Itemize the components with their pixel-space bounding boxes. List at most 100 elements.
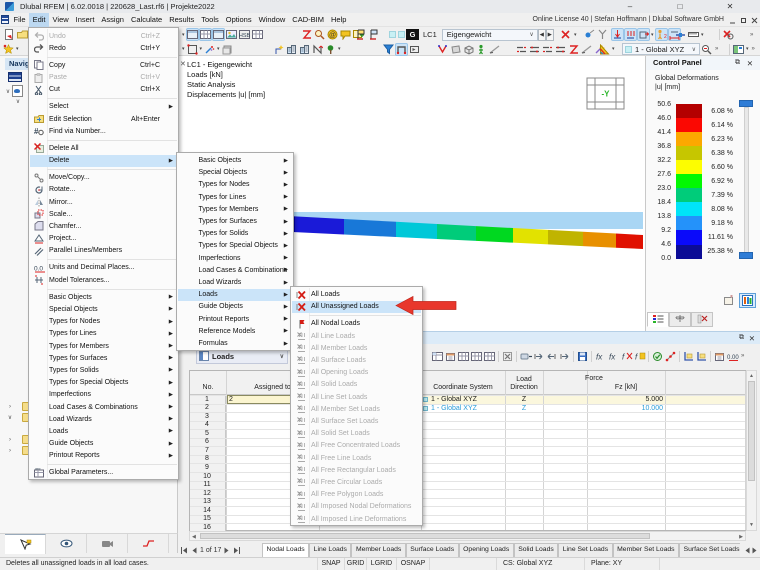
mdi-restore-icon[interactable] [740,17,747,24]
menubar-item-edit[interactable]: Edit [29,12,50,27]
menu-item-special-objects[interactable]: Special Objects ▶ [30,303,177,315]
menu-item-all-free-concentrated-loads[interactable]: All Free Concentrated Loads [292,440,421,452]
column-header-coordinate-system[interactable]: Coordinate System [421,384,505,392]
menu-item-formulas[interactable]: Formulas ▶ [178,338,293,350]
menu-item-mirror[interactable]: Mirror... [30,196,177,208]
section-icon[interactable] [301,29,312,40]
table-tab-surface-set-loads[interactable]: Surface Set Loads [679,543,740,557]
menu-item-all-free-rectangular-loads[interactable]: All Free Rectangular Loads [292,464,421,476]
menu-item-all-free-line-loads[interactable]: All Free Line Loads [292,452,421,464]
row-number[interactable]: 2 [190,404,224,411]
row-number[interactable]: 9 [190,464,224,471]
menu-item-scale[interactable]: Scale... [30,208,177,220]
interpolate-icon[interactable] [665,351,676,362]
window-layout-icon[interactable] [185,28,199,41]
show-loads-icon[interactable] [611,28,624,41]
menu-item-load-cases-combinations[interactable]: Load Cases & Combinations ▶ [178,264,293,276]
surface-result-icon[interactable] [450,44,461,55]
menu-item-imperfections[interactable]: Imperfections ▶ [30,389,177,401]
menu-item-loads[interactable]: Loads ▶ [177,288,292,301]
menu-item-basic-objects[interactable]: Basic Objects ▶ [30,291,177,303]
column-header-fz[interactable]: Fz [kN] [587,384,665,392]
column-header-no[interactable]: No. [190,384,226,392]
menu-item-printout-reports[interactable]: Printout Reports ▶ [30,450,177,462]
tab-scroll-right-icon[interactable] [752,547,758,554]
table-delete-icon[interactable] [502,351,513,362]
prev-page-icon[interactable] [191,547,197,554]
cell-coordinate-system[interactable]: 1 - Global XYZ [431,396,477,405]
table-vertical-scrollbar[interactable]: ▲ ▼ [746,370,757,531]
table-panel-close-icon[interactable]: ✕ [749,334,755,343]
menu-item-delete-all[interactable]: Delete All [30,142,177,154]
dropdown-arrow-icon[interactable]: ▾ [574,32,577,38]
menu-item-guide-objects[interactable]: Guide Objects ▶ [178,301,293,313]
menu-item-rotate[interactable]: Rotate... [30,184,177,196]
menu-item-all-nodal-loads[interactable]: All Nodal Loads [292,318,421,330]
new-load-icon[interactable] [273,44,284,55]
column-header-load-direction[interactable]: Load Direction [505,376,543,392]
next-load-case-button[interactable]: ▶ [545,28,554,41]
table-layout-icon[interactable] [198,28,212,41]
tree-expander-icon[interactable]: ∨ [6,414,14,421]
dropdown-arrow-icon[interactable]: ▾ [338,46,341,52]
hsb-view-icon[interactable]: HSB [238,29,250,40]
table-prev-icon[interactable] [546,351,557,362]
show-deformation-icon[interactable]: 2 [654,28,668,41]
menu-item-load-wizards[interactable]: Load Wizards ▶ [178,277,293,289]
table-tab-surface-loads[interactable]: Surface Loads [405,543,459,557]
smooth-icon[interactable] [581,44,592,55]
menu-item-printout-reports[interactable]: Printout Reports ▶ [178,313,293,325]
row-number[interactable]: 14 [190,507,224,514]
menu-item-all-member-loads[interactable]: All Member Loads [292,342,421,354]
table-tool-icon-2[interactable] [458,351,469,362]
tree-expander-icon[interactable]: › [6,404,14,410]
z-section-icon[interactable] [568,44,579,55]
menubar-item-options[interactable]: Options [222,13,255,27]
export-table-icon[interactable] [696,351,707,362]
menu-item-all-member-set-loads[interactable]: All Member Set Loads [292,403,421,415]
table-save-icon[interactable] [577,351,588,362]
solid-result-icon[interactable] [463,44,474,55]
menu-item-all-surface-set-loads[interactable]: All Surface Set Loads [292,415,421,427]
close-button[interactable]: ✕ [705,0,755,13]
row-number[interactable]: 1 [190,396,224,403]
line-release-icon[interactable] [312,44,323,55]
decimal-places-icon[interactable]: 0.00 [727,351,739,362]
row-number[interactable]: 16 [190,524,224,531]
table-import-icon[interactable] [533,351,544,362]
menubar-item-tools[interactable]: Tools [198,13,223,27]
clipping-box-icon[interactable] [395,42,408,56]
menubar-item-calculate[interactable]: Calculate [127,13,165,27]
status-toggle-osnap[interactable]: OSNAP [397,557,430,570]
menubar-item-help[interactable]: Help [327,13,349,27]
table-tab-nodal-loads[interactable]: Nodal Loads [262,543,310,557]
menubar-item-insert[interactable]: Insert [72,13,98,27]
mdi-close-icon[interactable] [751,17,758,24]
menu-item-all-solid-set-loads[interactable]: All Solid Set Loads [292,428,421,440]
zoom-icon[interactable] [314,29,325,40]
tree-expander-icon[interactable]: ∨ [4,88,12,95]
menu-item-all-line-set-loads[interactable]: All Line Set Loads [292,391,421,403]
formula-icon[interactable]: fx [595,351,606,362]
menu-item-all-unassigned-loads[interactable]: All Unassigned Loads [292,300,421,313]
result-values-icon[interactable] [437,44,448,55]
menu-item-redo[interactable]: Redo Ctrl+Y [30,42,177,54]
menu-item-units-and-decimal-places[interactable]: 0.0 Units and Decimal Places... [30,262,177,274]
status-toggle-grid[interactable]: GRID [345,557,367,570]
menu-item-cut[interactable]: Cut Ctrl+X [30,84,177,96]
menu-item-copy[interactable]: Copy Ctrl+C [30,59,177,71]
row-number[interactable]: 6 [190,438,224,445]
import-table-icon[interactable] [683,351,694,362]
table-tool-icon-4[interactable] [484,351,495,362]
formula-del-icon[interactable]: f [621,351,633,362]
menu-item-types-for-members[interactable]: Types for Members ▶ [178,203,293,215]
new-model-icon[interactable] [4,29,15,40]
menu-item-loads[interactable]: Loads ▶ [30,425,177,437]
new-load-case-icon[interactable] [356,29,367,40]
table-tab-member-set-loads[interactable]: Member Set Loads [612,543,680,557]
building-edit-icon[interactable] [299,44,310,55]
connect-icon[interactable] [675,29,686,40]
row-number[interactable]: 5 [190,430,224,437]
menu-item-types-for-special-objects[interactable]: Types for Special Objects ▶ [30,377,177,389]
toolbar-overflow-icon[interactable]: » [752,46,756,52]
